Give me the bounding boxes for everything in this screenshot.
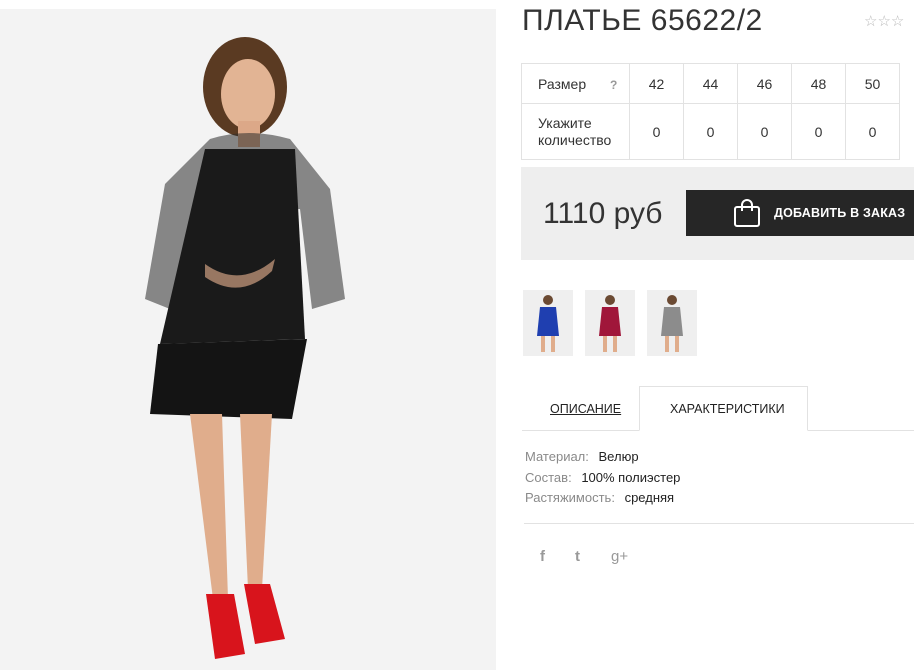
rating-stars-icon[interactable]: ☆☆☆ [864, 12, 904, 30]
spec-key: Растяжимость: [525, 490, 615, 505]
price-panel: 1110 руб ДОБАВИТЬ В ЗАКАЗ [521, 167, 914, 260]
quantity-input-44[interactable]: 0 [683, 103, 738, 160]
thumbnail-burgundy[interactable] [585, 290, 635, 356]
quantity-input-48[interactable]: 0 [791, 103, 846, 160]
size-44: 44 [683, 63, 738, 104]
spec-key: Состав: [525, 470, 572, 485]
spec-key: Материал: [525, 449, 589, 464]
section-divider [524, 523, 914, 524]
add-to-order-label: ДОБАВИТЬ В ЗАКАЗ [774, 206, 906, 220]
spec-value: 100% полиэстер [581, 470, 681, 485]
thumbnail-grey[interactable] [647, 290, 697, 356]
size-label-cell: Размер ? [521, 63, 630, 104]
shopping-bag-icon [734, 199, 760, 227]
twitter-icon[interactable]: t [575, 548, 580, 565]
spec-row-stretch: Растяжимость: средняя [525, 490, 674, 505]
tab-characteristics[interactable]: ХАРАКТЕРИСТИКИ [670, 402, 785, 416]
quantity-input-42[interactable]: 0 [629, 103, 684, 160]
quantity-input-46[interactable]: 0 [737, 103, 792, 160]
size-46: 46 [737, 63, 792, 104]
size-help-icon[interactable]: ? [610, 78, 617, 92]
spec-row-material: Материал: Велюр [525, 449, 639, 464]
spec-value: Велюр [598, 449, 639, 464]
add-to-order-button[interactable]: ДОБАВИТЬ В ЗАКАЗ [686, 190, 914, 236]
thumbnail-blue[interactable] [523, 290, 573, 356]
size-48: 48 [791, 63, 846, 104]
quantity-label-cell: Укажите количество [521, 103, 630, 160]
size-quantity-table: Размер ? 42 44 46 48 50 Укажите количест… [521, 63, 900, 160]
tab-description[interactable]: ОПИСАНИЕ [550, 402, 621, 416]
spec-value: средняя [624, 490, 675, 505]
product-price: 1110 руб [543, 197, 663, 230]
google-plus-icon[interactable]: g+ [611, 548, 628, 565]
size-42: 42 [629, 63, 684, 104]
product-title: ПЛАТЬЕ 65622/2 [522, 4, 763, 37]
size-50: 50 [845, 63, 900, 104]
quantity-label-line2: количество [538, 131, 612, 148]
quantity-input-50[interactable]: 0 [845, 103, 900, 160]
quantity-label-line1: Укажите [538, 114, 592, 131]
facebook-icon[interactable]: f [540, 548, 545, 565]
size-label: Размер [538, 75, 587, 92]
product-main-image [0, 9, 496, 670]
spec-row-composition: Состав: 100% полиэстер [525, 470, 680, 485]
